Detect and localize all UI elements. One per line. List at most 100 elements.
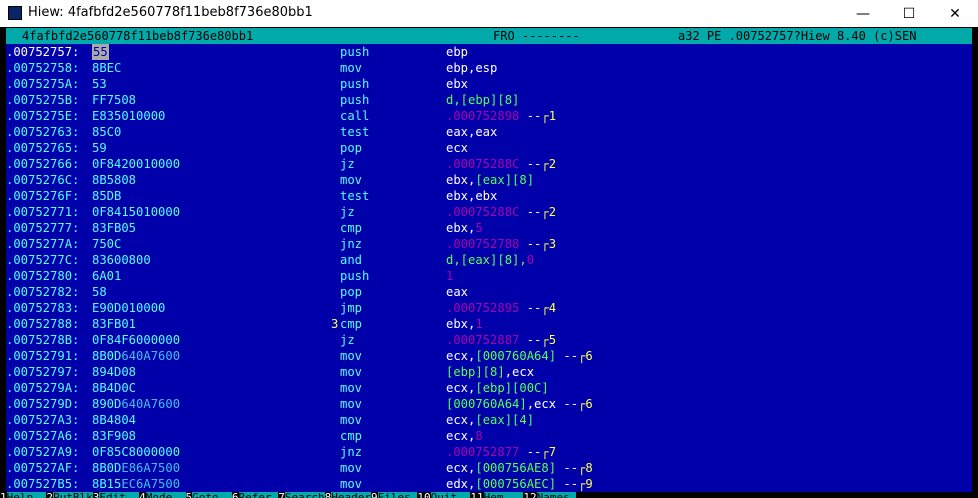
address: .0075275B: <box>6 93 80 107</box>
fkey-label[interactable]: Files <box>377 492 418 498</box>
code-row[interactable]: .007527AF: 8B0DE86A7500 mov ecx,[000756AE8]… <box>6 460 972 476</box>
operands: .000752788 --┌3 <box>446 237 557 251</box>
opcode-bytes: 58 <box>92 285 107 299</box>
code-row[interactable]: .0075275E: E835010000 call .000752898 --┌1 <box>6 108 972 124</box>
minimize-button[interactable]: — <box>840 0 886 27</box>
code-row[interactable]: .00752771: 0F8415010000 jz .00075288C --┌2 <box>6 204 972 220</box>
code-row[interactable]: .007527B5: 8B15EC6A7500 mov edx,[000756AEC]… <box>6 476 972 492</box>
address: .007527AF: <box>6 461 80 475</box>
fkey-number: 2 <box>46 492 53 498</box>
operands: ecx,[000760A64] --┌6 <box>446 349 593 363</box>
code-row[interactable]: .00752763: 85C0 test eax,eax <box>6 124 972 140</box>
operands: ebp,esp <box>446 61 498 75</box>
code-row[interactable]: .0075275B: FF7508 push d,[ebp][8] <box>6 92 972 108</box>
fkey-number: 6 <box>232 492 239 498</box>
fkey-number: 7 <box>278 492 285 498</box>
code-row[interactable]: .00752780: 6A01 push 1 <box>6 268 972 284</box>
address: .0075279A: <box>6 381 80 395</box>
mnemonic: call <box>340 109 370 123</box>
code-row[interactable]: .00752777: 83FB05 cmp ebx,5 <box>6 220 972 236</box>
code-row[interactable]: .0075276F: 85DB test ebx,ebx <box>6 188 972 204</box>
operands: ecx,[ebp][00C] <box>446 381 549 395</box>
fkey-label[interactable]: Goto <box>192 492 232 498</box>
fkey-label[interactable]: Names <box>536 492 577 498</box>
address: .00752758: <box>6 61 80 75</box>
mnemonic: jnz <box>340 237 363 251</box>
code-row[interactable]: .0075276C: 8B5808 mov ebx,[eax][8] <box>6 172 972 188</box>
fkey-label[interactable]: Help <box>6 492 47 498</box>
fkey-number: 9 <box>371 492 378 498</box>
mnemonic: mov <box>340 61 363 75</box>
address: .00752791: <box>6 349 80 363</box>
code-row[interactable]: .00752797: 894D08 mov [ebp][8],ecx <box>6 364 972 380</box>
opcode-bytes: 55 <box>92 44 109 60</box>
code-row[interactable]: .00752791: 8B0D640A7600 mov ecx,[000760A64]… <box>6 348 972 364</box>
code-row[interactable]: .00752765: 59 pop ecx <box>6 140 972 156</box>
fkey-label[interactable]: Mode <box>145 492 186 498</box>
opcode-bytes: 894D08 <box>92 365 137 379</box>
code-row[interactable]: .0075277A: 750C jnz .000752788 --┌3 <box>6 236 972 252</box>
fkey-number: 11 <box>470 492 483 498</box>
mnemonic: mov <box>340 349 363 363</box>
opcode-bytes: 750C <box>92 237 122 251</box>
operands: ecx <box>446 141 469 155</box>
code-row[interactable]: .007527A3: 8B4804 mov ecx,[eax][4] <box>6 412 972 428</box>
address: .0075276F: <box>6 189 80 203</box>
mnemonic: jz <box>340 333 355 347</box>
code-row[interactable]: .0075279A: 8B4D0C mov ecx,[ebp][00C] <box>6 380 972 396</box>
address: .007527A6: <box>6 429 80 443</box>
mnemonic: jmp <box>340 301 363 315</box>
mnemonic: mov <box>340 397 363 411</box>
operands: ecx,[eax][4] <box>446 413 535 427</box>
operands: [ebp][8],ecx <box>446 365 535 379</box>
disassembly-view[interactable]: .00752757: 55 push ebp .00752758: 8BEC mov ebp,… <box>6 44 972 492</box>
status-filename: 4fafbfd2e560778f11beb8f736e80bb1 <box>22 29 254 43</box>
code-row[interactable]: .00752757: 55 push ebp <box>6 44 972 60</box>
scrollbar[interactable] <box>972 28 978 498</box>
maximize-button[interactable]: ☐ <box>886 0 932 27</box>
address: .00752766: <box>6 157 80 171</box>
code-row[interactable]: .00752766: 0F8420010000 jz .00075288C --┌2 <box>6 156 972 172</box>
opcode-bytes: 59 <box>92 141 107 155</box>
code-row[interactable]: .0075279D: 890D640A7600 mov [000760A64],ecx… <box>6 396 972 412</box>
address: .00752771: <box>6 205 80 219</box>
fkey-number: 1 <box>0 492 7 498</box>
code-row[interactable]: .00752782: 58 pop eax <box>6 284 972 300</box>
hiew-app-icon <box>8 6 22 20</box>
mnemonic: cmp <box>340 429 363 443</box>
address: .00752783: <box>6 301 80 315</box>
code-row[interactable]: .007527A9: 0F85C8000000 jnz .000752877 --┌7 <box>6 444 972 460</box>
mnemonic: cmp <box>340 221 363 235</box>
operands: d,[ebp][8] <box>446 93 520 107</box>
code-row[interactable]: .00752788: 83FB01 3 cmp ebx,1 <box>6 316 972 332</box>
address: .00752782: <box>6 285 80 299</box>
operands: [000760A64],ecx --┌6 <box>446 397 593 411</box>
opcode-bytes: 8B5808 <box>92 173 137 187</box>
code-row[interactable]: .00752783: E90D010000 jmp .000752895 --┌4 <box>6 300 972 316</box>
code-row[interactable]: .00752758: 8BEC mov ebp,esp <box>6 60 972 76</box>
mnemonic: jz <box>340 205 355 219</box>
fkey-label[interactable]: Quit <box>430 492 471 498</box>
fkey-label[interactable]: Hem <box>483 492 524 498</box>
fkey-label[interactable]: Header <box>331 492 371 498</box>
operands: .000752895 --┌4 <box>446 301 557 315</box>
operands: ecx,8 <box>446 429 483 443</box>
operands: .00075288C --┌2 <box>446 157 557 171</box>
close-button[interactable]: ✕ <box>932 0 978 27</box>
opcode-bytes: 8BEC <box>92 61 122 75</box>
status-info: a32 PE .00752757?Hiew 8.40 (c)SEN <box>678 29 917 43</box>
fkey-label[interactable]: Edit <box>99 492 140 498</box>
fkey-label[interactable]: Refer <box>238 492 279 498</box>
code-row[interactable]: .0075278B: 0F84F6000000 jz .000752887 --┌5 <box>6 332 972 348</box>
operands: ebx,ebx <box>446 189 498 203</box>
jump-target-mark: 3 <box>331 317 339 331</box>
fkey-label[interactable]: Search <box>284 492 325 498</box>
fkey-label[interactable]: PutBlk <box>53 492 93 498</box>
code-row[interactable]: .0075275A: 53 push ebx <box>6 76 972 92</box>
operands: .000752887 --┌5 <box>446 333 557 347</box>
opcode-bytes: 6A01 <box>92 269 122 283</box>
code-row[interactable]: .007527A6: 83F908 cmp ecx,8 <box>6 428 972 444</box>
code-row[interactable]: .0075277C: 83600800 and d,[eax][8],0 <box>6 252 972 268</box>
address: .00752797: <box>6 365 80 379</box>
operands: ebp <box>446 45 469 59</box>
